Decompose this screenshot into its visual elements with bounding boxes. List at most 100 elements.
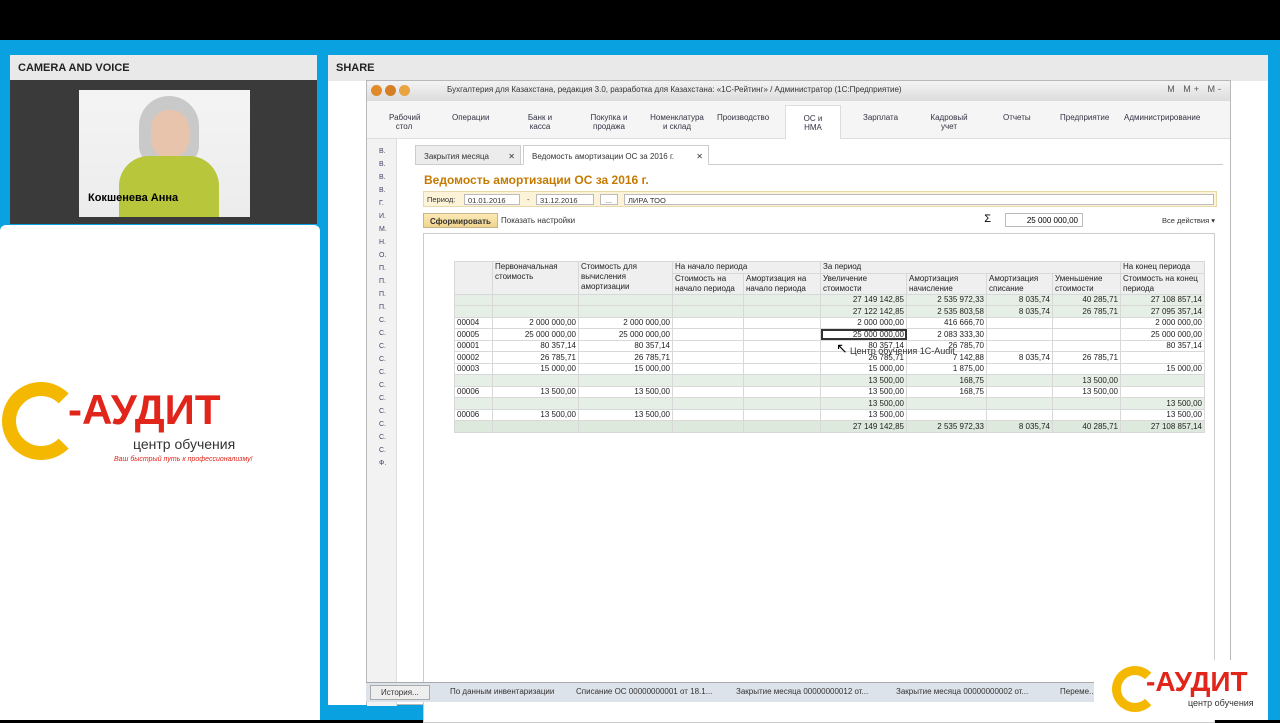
table-cell[interactable]: 8 035,74 [986,351,1053,364]
nav-letter[interactable]: С. [379,394,396,403]
nav-letter[interactable]: С. [379,316,396,325]
nav-letter[interactable]: Н. [379,238,396,247]
table-cell[interactable]: 15 000,00 [578,362,673,375]
nav-letter[interactable]: Ф. [379,459,396,468]
table-cell[interactable] [986,339,1053,352]
menu-item[interactable]: Зарплата [863,113,898,122]
nav-letter[interactable]: О. [379,251,396,260]
table-cell[interactable] [672,374,744,387]
table-cell[interactable]: 13 500,00 [492,385,579,398]
table-cell[interactable] [672,408,744,421]
taskbar-item[interactable]: Закрытие месяца 00000000012 от... [736,687,868,696]
table-cell[interactable] [743,385,821,398]
table-row[interactable]: 27 149 142,85 2 535 972,33 8 035,74 40 285,… [454,420,1205,433]
table-cell[interactable]: 80 357,14 [492,339,579,352]
table-cell[interactable]: 13 500,00 [578,408,673,421]
table-cell[interactable] [672,305,744,318]
table-cell[interactable] [1052,316,1121,329]
table-cell[interactable] [743,420,821,433]
menu-item[interactable]: Производство [717,113,769,122]
table-cell[interactable]: 2 535 972,33 [906,420,987,433]
table-cell[interactable]: 13 500,00 [1052,374,1121,387]
table-cell[interactable] [743,374,821,387]
tab-depreciation-report[interactable]: Ведомость амортизации ОС за 2016 г. ✕ [523,145,709,165]
table-cell[interactable] [1052,408,1121,421]
table-row[interactable]: 00002 26 785,71 26 785,71 26 785,71 7 142,88… [454,351,1205,364]
table-cell[interactable] [492,305,579,318]
table-cell[interactable] [743,339,821,352]
nav-letter[interactable]: С. [379,420,396,429]
nav-letter[interactable]: В. [379,160,396,169]
table-cell[interactable] [1120,351,1205,364]
all-actions-menu[interactable]: Все действия ▾ [1162,216,1215,225]
table-cell[interactable]: 25 000 000,00 [578,328,673,341]
table-cell[interactable]: 25 000 000,00 [492,328,579,341]
table-cell[interactable] [986,328,1053,341]
table-row[interactable]: 00003 15 000,00 15 000,00 15 000,00 1 875,00… [454,362,1205,375]
table-cell[interactable] [672,420,744,433]
table-cell[interactable] [1052,339,1121,352]
table-cell[interactable] [1052,328,1121,341]
table-cell[interactable]: 168,75 [906,374,987,387]
table-cell[interactable]: 8 035,74 [986,293,1053,306]
table-row[interactable]: 27 122 142,85 2 535 803,58 8 035,74 26 785,… [454,305,1205,318]
table-cell[interactable] [986,316,1053,329]
generate-button[interactable]: Сформировать [423,213,498,228]
menu-item-active[interactable]: ОС и НМА [785,105,841,139]
nav-letter[interactable]: Г. [379,199,396,208]
organization-input[interactable]: ЛИРА ТОО [624,194,1214,205]
nav-letter[interactable]: В. [379,186,396,195]
table-row[interactable]: 00006 13 500,00 13 500,00 13 500,00 13 500,0… [454,408,1205,421]
table-cell[interactable]: 13 500,00 [1120,397,1205,410]
table-cell[interactable] [672,316,744,329]
table-cell[interactable] [672,351,744,364]
taskbar-item[interactable]: Списание ОС 00000000001 от 18.1... [576,687,712,696]
nav-letter[interactable]: М. [379,225,396,234]
period-select-button[interactable]: ... [600,194,618,205]
table-row[interactable]: 00005 25 000 000,00 25 000 000,00 25 000 00… [454,328,1205,341]
table-cell[interactable] [986,397,1053,410]
table-cell[interactable]: 2 535 972,33 [906,293,987,306]
table-cell[interactable] [672,397,744,410]
menu-item[interactable]: Предприятие [1060,113,1109,122]
close-icon[interactable]: ✕ [696,152,703,161]
table-cell[interactable] [743,351,821,364]
table-cell[interactable]: 1 875,00 [906,362,987,375]
table-cell[interactable]: 2 000 000,00 [578,316,673,329]
table-row[interactable]: 13 500,00 168,75 13 500,00 [454,374,1205,387]
table-cell[interactable] [492,293,579,306]
period-to-input[interactable]: 31.12.2016 [536,194,594,205]
table-cell[interactable] [743,293,821,306]
table-cell[interactable]: 13 500,00 [820,374,907,387]
table-cell[interactable]: 27 108 857,14 [1120,420,1205,433]
menu-item[interactable]: Отчеты [1003,113,1031,122]
table-cell[interactable]: 13 500,00 [578,385,673,398]
table-cell[interactable] [672,293,744,306]
table-cell[interactable]: 27 095 357,14 [1120,305,1205,318]
table-cell[interactable] [578,420,673,433]
window-controls[interactable] [371,85,413,98]
nav-letter[interactable]: С. [379,355,396,364]
nav-letter[interactable]: И. [379,212,396,221]
table-cell[interactable] [743,408,821,421]
table-cell[interactable] [578,293,673,306]
table-cell[interactable]: 26 785,71 [578,351,673,364]
table-cell[interactable]: 26 785,71 [492,351,579,364]
table-cell[interactable]: 2 535 803,58 [906,305,987,318]
table-cell[interactable] [1120,385,1205,398]
table-cell[interactable]: 2 000 000,00 [492,316,579,329]
table-cell[interactable] [986,362,1053,375]
table-row[interactable]: 13 500,00 13 500,00 [454,397,1205,410]
table-cell[interactable]: 13 500,00 [1052,385,1121,398]
table-row[interactable]: 00006 13 500,00 13 500,00 13 500,00 168,75 13… [454,385,1205,398]
table-cell[interactable]: 27 149 142,85 [820,293,907,306]
nav-letter[interactable]: В. [379,173,396,182]
table-cell[interactable] [743,305,821,318]
table-cell[interactable] [492,397,579,410]
table-cell[interactable] [492,420,579,433]
nav-letter[interactable]: С. [379,407,396,416]
table-cell[interactable] [672,362,744,375]
table-cell[interactable] [743,328,821,341]
table-cell[interactable]: 27 108 857,14 [1120,293,1205,306]
table-cell[interactable]: 80 357,14 [1120,339,1205,352]
